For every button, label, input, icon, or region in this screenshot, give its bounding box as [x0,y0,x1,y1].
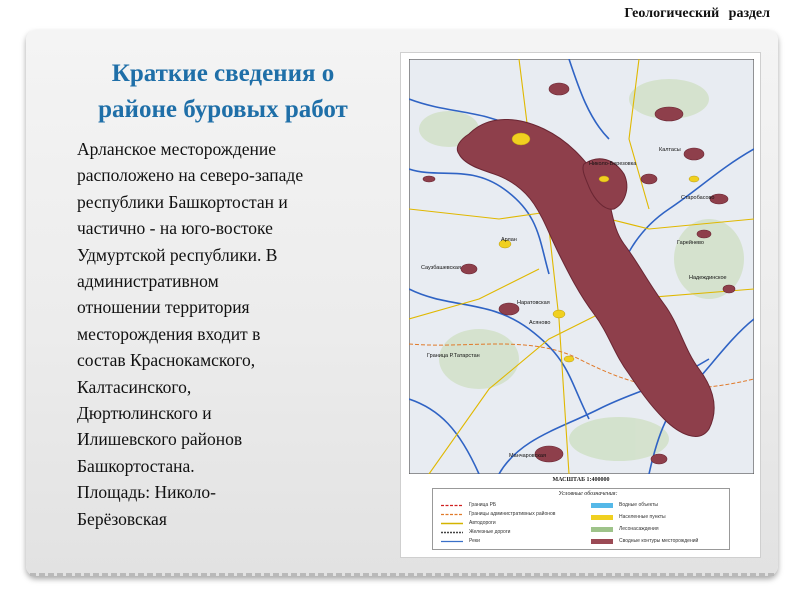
legend-label: Водные объекты [619,502,658,508]
legend-item: Населенные пункты [591,513,666,521]
place-label: Арлан [501,237,517,243]
slide-title: Краткие сведения о районе буровых работ [40,56,406,128]
body-line: месторождения входит в [77,323,261,344]
place-label: Старобасово [681,195,714,201]
legend-label: Границы административных районов [469,511,556,517]
river-line-icon [441,540,463,542]
place-label: Надеждинское [689,275,727,281]
body-line: Площадь: Николо- [77,482,216,503]
oilfield-swatch-icon [591,538,613,544]
legend-label: Населенные пункты [619,514,666,520]
body-line: Башкортостана. [77,455,195,476]
place-label: Асяново [529,320,550,326]
legend-item: Железные дороги [441,528,510,536]
map-image: Арлан Николо-Березовка Калтасы Старобасо… [400,52,761,558]
place-label: Саузбашевская [421,265,461,271]
legend-item: Автодороги [441,519,496,527]
body-line: Берёзовская [77,508,167,529]
water-swatch-icon [591,502,613,508]
place-label: Манчаровская [509,453,546,459]
body-line: состав Краснокамского, [77,350,256,371]
body-line: Арланское месторождение [77,139,277,159]
map-scale: МАСШТАБ 1:400000 [552,477,610,483]
body-line: Илишевского районов [77,429,243,450]
body-line: отношении территория [77,297,250,318]
place-label: Наратовская [517,300,550,306]
settlement-swatch-icon [591,514,613,520]
slide-title-line: Краткие сведения о [111,60,335,87]
slide-title-line: районе буровых работ [98,96,348,123]
slide-body: Арланское месторождение расположено на с… [77,136,387,532]
place-label: Николо-Березовка [589,161,637,167]
legend-label: Железные дороги [469,529,511,535]
body-line: республики Башкортостан и [77,191,288,212]
map-legend: Условные обозначения: Граница РБ Границы… [432,488,730,550]
body-line: расположено на северо-западе [77,165,304,186]
legend-item: Реки [441,537,480,545]
railway-icon [441,531,463,533]
legend-label: Граница РБ [469,502,497,508]
legend-label: Реки [469,538,480,544]
legend-item: Сводные контуры месторождений [591,537,698,545]
legend-item: Лесонасаждения [591,525,659,533]
forest-swatch-icon [591,526,613,532]
section-label: Геологический раздел [624,6,770,21]
body-line: Удмуртской республики. В [77,244,278,265]
boundary-dash-icon [441,504,463,506]
legend-title: Условные обозначения: [558,491,618,497]
place-label: Граница Р.Татарстан [427,353,480,359]
legend-item: Граница РБ [441,501,496,509]
legend-item: Водные объекты [591,501,658,509]
panel-divider [30,572,774,576]
body-line: частично - на юго-востоке [77,218,273,239]
road-line-icon [441,522,463,524]
map-drawing: Арлан Николо-Березовка Калтасы Старобасо… [409,59,754,474]
legend-item: Границы административных районов [441,510,555,518]
body-line: Калтасинского, [77,376,192,397]
legend-label: Сводные контуры месторождений [619,538,699,544]
legend-label: Лесонасаждения [619,526,659,532]
body-line: административном [77,271,219,292]
legend-label: Автодороги [469,520,496,526]
place-label: Гарейнево [677,239,704,246]
body-line: Дюртюлинского и [77,403,212,424]
place-label: Калтасы [659,147,681,153]
admin-dash-icon [441,513,463,515]
